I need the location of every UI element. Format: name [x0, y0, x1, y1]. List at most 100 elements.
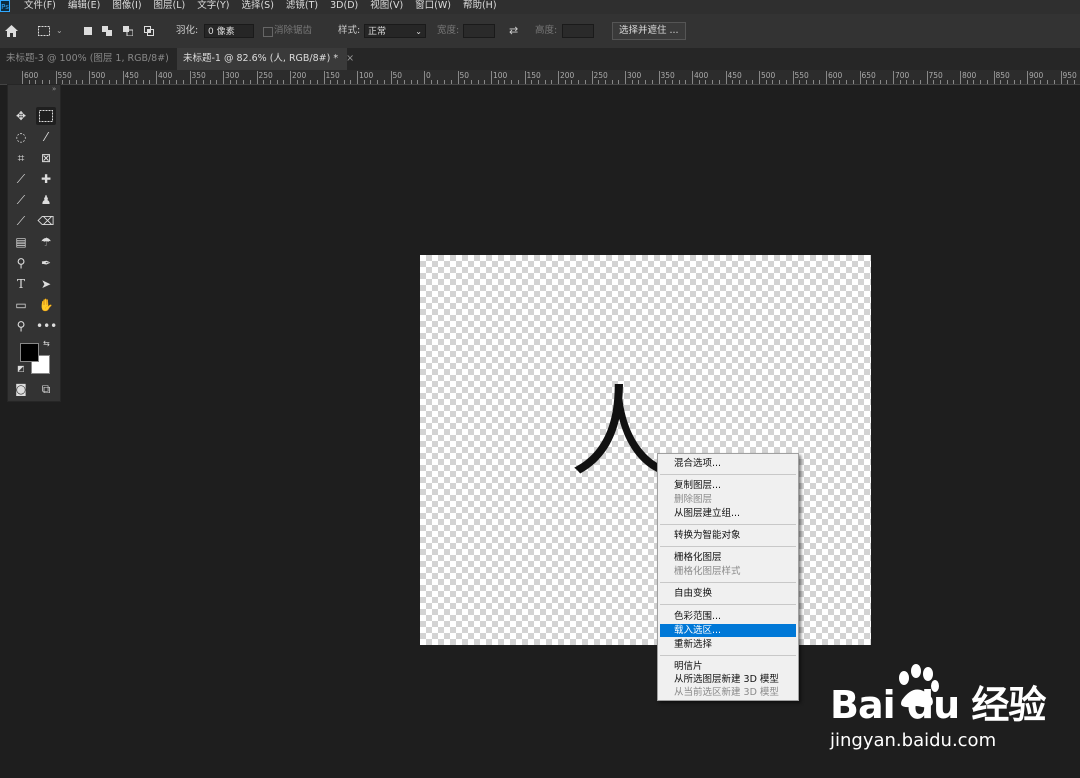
quick-mask-icon[interactable]: ◙	[11, 380, 31, 398]
screen-mode-icon[interactable]: ⧉	[36, 380, 56, 398]
hand-tool-icon[interactable]: ✋	[36, 296, 56, 314]
menu-item-new-3d-from-layer[interactable]: 从所选图层新建 3D 模型	[660, 673, 796, 686]
menu-help[interactable]: 帮助(H)	[463, 0, 497, 12]
menu-window[interactable]: 窗口(W)	[415, 0, 451, 12]
move-tool-icon[interactable]: ✥	[11, 107, 31, 125]
select-and-mask-button[interactable]: 选择并遮住 ...	[612, 22, 686, 40]
rectangular-marquee-tool-icon[interactable]	[36, 107, 56, 125]
new-selection-icon[interactable]	[83, 26, 93, 36]
ruler-tick	[310, 80, 312, 84]
home-icon[interactable]	[5, 25, 18, 37]
menu-filter[interactable]: 滤镜(T)	[286, 0, 318, 12]
menu-item-color-range[interactable]: 色彩范围...	[660, 610, 796, 623]
style-select[interactable]: 正常 ⌄	[364, 24, 426, 38]
subtract-selection-icon[interactable]	[123, 26, 133, 36]
ruler-label: 500	[91, 71, 106, 80]
add-selection-icon[interactable]	[102, 26, 112, 36]
tab-untitled-1[interactable]: 未标题-1 @ 82.6% (人, RGB/8#) * ×	[177, 48, 354, 70]
menu-item-postcard[interactable]: 明信片	[660, 660, 796, 673]
ruler-tick	[437, 80, 439, 84]
eraser-tool-icon[interactable]: ⌫	[36, 212, 56, 230]
antialias-checkbox[interactable]	[263, 27, 273, 37]
type-tool-icon[interactable]: T	[11, 275, 31, 293]
ruler-tick	[759, 71, 760, 84]
ruler-tick	[980, 80, 982, 84]
ruler-tick	[1013, 80, 1015, 84]
tab-label: 未标题-1 @ 82.6% (人, RGB/8#) *	[183, 53, 339, 64]
menu-item-rasterize-layer[interactable]: 栅格化图层	[660, 551, 796, 564]
menu-item-blending-options[interactable]: 混合选项...	[660, 457, 796, 470]
menu-view[interactable]: 视图(V)	[370, 0, 403, 12]
ruler-tick	[202, 80, 204, 84]
ruler-label: 750	[928, 71, 943, 80]
menu-edit[interactable]: 编辑(E)	[68, 0, 100, 12]
ruler-tick	[484, 80, 486, 84]
ruler-tick	[812, 80, 814, 84]
watermark-brand-text: Bai du 经验	[830, 683, 1046, 727]
ruler-tick	[182, 80, 184, 84]
ruler-label: 50	[459, 71, 470, 80]
ruler-tick	[645, 80, 647, 84]
height-input[interactable]	[562, 24, 594, 38]
menu-item-duplicate-layer[interactable]: 复制图层...	[660, 479, 796, 492]
menu-item-load-selection[interactable]: 载入选区...	[660, 624, 796, 637]
ruler-label: 100	[359, 71, 374, 80]
menu-layer[interactable]: 图层(L)	[154, 0, 186, 12]
dodge-tool-icon[interactable]: ⚲	[11, 254, 31, 272]
magic-wand-tool-icon[interactable]: ⁄	[36, 128, 56, 146]
menu-item-free-transform[interactable]: 自由变换	[660, 587, 796, 600]
gradient-tool-icon[interactable]: ▤	[11, 233, 31, 251]
clone-stamp-tool-icon[interactable]: ♟	[36, 191, 56, 209]
brush-tool-icon[interactable]: ⟋	[11, 191, 31, 209]
close-icon[interactable]: ×	[346, 53, 354, 64]
menu-type[interactable]: 文字(Y)	[197, 0, 229, 12]
crop-tool-icon[interactable]: ⌗	[11, 149, 31, 167]
menu-image[interactable]: 图像(I)	[112, 0, 141, 12]
ruler-tick	[269, 80, 271, 84]
menu-select[interactable]: 选择(S)	[241, 0, 273, 12]
width-label: 宽度:	[437, 25, 460, 36]
menu-3d[interactable]: 3D(D)	[330, 0, 358, 12]
ruler-label: 300	[627, 71, 642, 80]
eyedropper-tool-icon[interactable]: ⟋	[11, 170, 31, 188]
width-input[interactable]	[463, 24, 495, 38]
menu-item-group-from-layers[interactable]: 从图层建立组...	[660, 507, 796, 520]
zoom-tool-icon[interactable]: ⚲	[11, 317, 31, 335]
swap-icon[interactable]: ⇄	[509, 14, 518, 48]
swap-colors-icon[interactable]: ⇆	[43, 339, 50, 348]
ruler-tick	[377, 80, 379, 84]
menu-file[interactable]: 文件(F)	[24, 0, 56, 12]
pen-tool-icon[interactable]: ✒	[36, 254, 56, 272]
default-colors-icon[interactable]: ◩	[17, 364, 25, 373]
lasso-tool-icon[interactable]: ◌	[11, 128, 31, 146]
rectangle-tool-icon[interactable]: ▭	[11, 296, 31, 314]
menu-item-reselect[interactable]: 重新选择	[660, 638, 796, 651]
blur-tool-icon[interactable]: ☂	[36, 233, 56, 251]
ruler-label: 150	[526, 71, 541, 80]
intersect-selection-icon[interactable]	[144, 26, 154, 36]
ruler-tick	[866, 80, 868, 84]
marquee-preset-icon[interactable]	[38, 26, 50, 36]
ruler-tick	[859, 71, 861, 84]
history-brush-tool-icon[interactable]: ⟋	[11, 212, 31, 230]
feather-input[interactable]: 0 像素	[204, 24, 254, 38]
ruler-tick	[216, 80, 218, 84]
more-tools-icon[interactable]: •••	[36, 317, 57, 335]
menu-item-convert-to-smart-object[interactable]: 转换为智能对象	[660, 529, 796, 542]
ruler-tick	[899, 80, 901, 84]
ruler-tick	[249, 80, 251, 84]
ruler-label: 150	[325, 71, 340, 80]
healing-brush-tool-icon[interactable]: ✚	[36, 170, 56, 188]
tab-label: 未标题-3 @ 100% (图层 1, RGB/8#)	[6, 53, 169, 64]
ruler-label: 350	[191, 71, 206, 80]
ruler-label: 600	[24, 71, 39, 80]
chevron-down-icon[interactable]: ⌄	[56, 14, 63, 48]
style-label: 样式:	[338, 25, 361, 36]
collapse-icon[interactable]: »	[52, 85, 56, 93]
frame-tool-icon[interactable]: ⊠	[36, 149, 56, 167]
ruler-label: 600	[828, 71, 843, 80]
path-selection-tool-icon[interactable]: ➤	[36, 275, 56, 293]
tab-untitled-3[interactable]: 未标题-3 @ 100% (图层 1, RGB/8#)×	[0, 48, 185, 70]
foreground-color-swatch[interactable]	[20, 343, 39, 362]
ruler-tick	[189, 71, 191, 84]
